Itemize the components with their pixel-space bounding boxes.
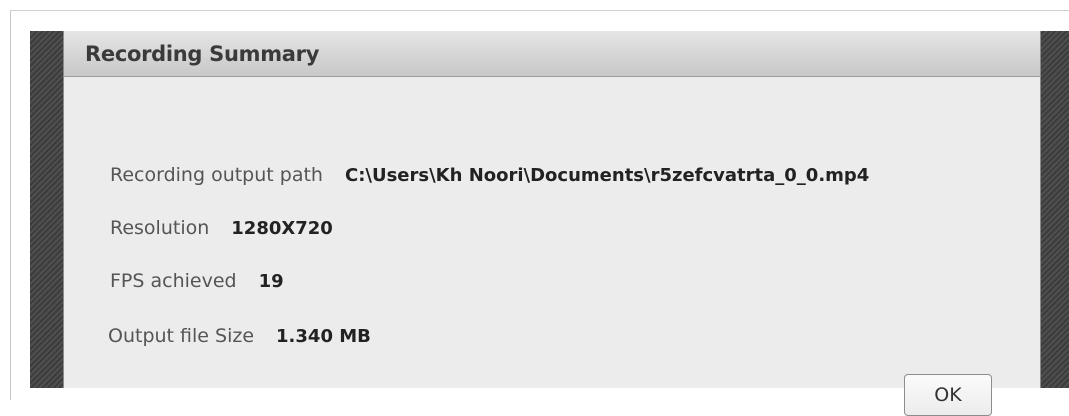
resolution-label: Resolution	[110, 217, 210, 239]
resolution-value: 1280X720	[231, 218, 333, 239]
file-size-row: Output file Size 1.340 MB	[108, 325, 371, 347]
file-size-label: Output file Size	[108, 325, 255, 347]
dialog-title: Recording Summary	[85, 41, 320, 66]
dialog-header: Recording Summary	[64, 31, 1040, 77]
fps-row: FPS achieved 19	[110, 270, 284, 292]
file-size-value: 1.340 MB	[276, 326, 371, 347]
fps-label: FPS achieved	[110, 270, 237, 292]
output-path-value: C:\Users\Kh Noori\Documents\r5zefcvatrta…	[344, 165, 870, 186]
output-path-label: Recording output path	[110, 164, 323, 186]
resolution-row: Resolution 1280X720	[110, 217, 333, 239]
output-path-row: Recording output path C:\Users\Kh Noori\…	[110, 164, 869, 186]
fps-value: 19	[258, 271, 284, 292]
ok-button[interactable]: OK	[904, 374, 992, 416]
recording-summary-dialog: Recording Summary Recording output path …	[63, 31, 1041, 416]
